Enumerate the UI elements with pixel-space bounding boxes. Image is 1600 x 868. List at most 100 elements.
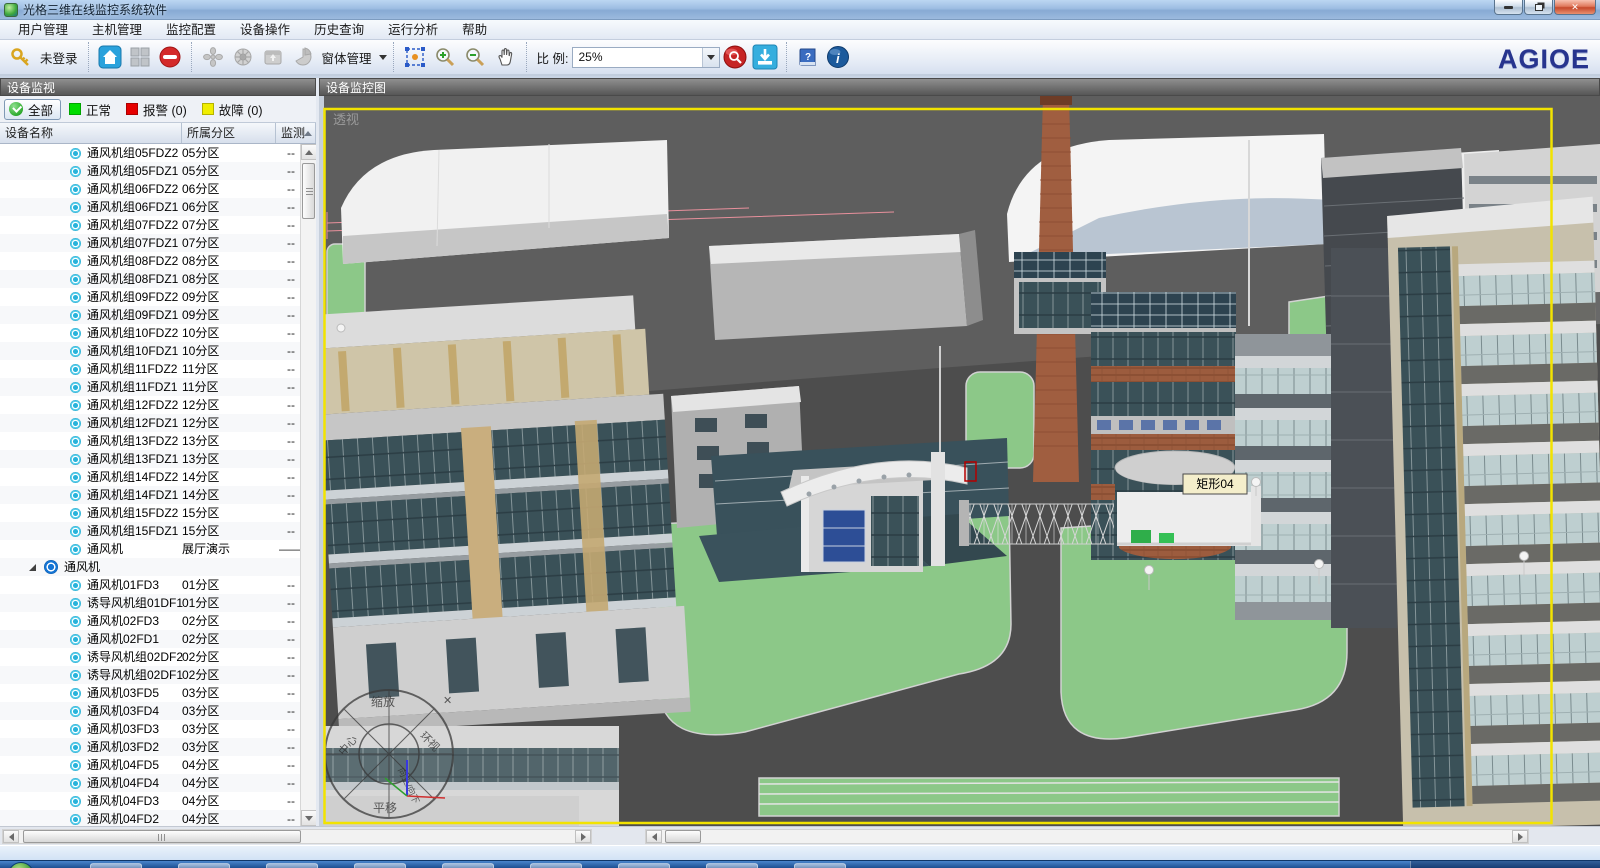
expand-triangle-icon[interactable]: [29, 564, 36, 571]
restore-button[interactable]: [1524, 0, 1553, 15]
menu-item[interactable]: 主机管理: [80, 20, 154, 40]
left-horizontal-scrollbar[interactable]: [2, 829, 592, 844]
login-status-label[interactable]: 未登录: [40, 48, 78, 67]
scale-combobox[interactable]: 25%: [572, 47, 720, 68]
table-row[interactable]: 通风机组12FDZ112分区--: [0, 414, 300, 432]
close-button[interactable]: ✕: [1554, 0, 1596, 15]
scroll-up-button[interactable]: [301, 144, 317, 160]
taskbar-app-button[interactable]: [794, 863, 846, 868]
taskbar-app-button[interactable]: [442, 863, 494, 868]
table-row[interactable]: 诱导风机组02DF202分区--: [0, 648, 300, 666]
table-row[interactable]: 通风机01FD301分区--: [0, 576, 300, 594]
table-row[interactable]: 通风机组09FDZ109分区--: [0, 306, 300, 324]
scroll-down-button[interactable]: [301, 810, 317, 826]
table-row[interactable]: 通风机组11FDZ111分区--: [0, 378, 300, 396]
menu-item[interactable]: 用户管理: [6, 20, 80, 40]
viewport-scroll-left-button[interactable]: [646, 830, 662, 843]
menu-item[interactable]: 帮助: [450, 20, 499, 40]
fan-icon[interactable]: [200, 44, 226, 70]
help-book-icon[interactable]: ?: [795, 44, 821, 70]
locate-icon[interactable]: [722, 44, 748, 70]
table-row[interactable]: 通风机组06FDZ206分区--: [0, 180, 300, 198]
download-icon[interactable]: [752, 44, 778, 70]
table-row[interactable]: 通风机03FD503分区--: [0, 684, 300, 702]
scroll-right-button[interactable]: [575, 830, 591, 843]
table-row[interactable]: 通风机组05FDZ105分区--: [0, 162, 300, 180]
table-row[interactable]: 通风机组06FDZ106分区--: [0, 198, 300, 216]
table-row[interactable]: 通风机组15FDZ215分区--: [0, 504, 300, 522]
table-row[interactable]: 通风机展厅演示——: [0, 540, 300, 558]
wheel-close-icon[interactable]: ✕: [443, 695, 452, 707]
table-row[interactable]: 通风机04FD304分区--: [0, 792, 300, 810]
table-row[interactable]: 通风机04FD404分区--: [0, 774, 300, 792]
viewport-3d[interactable]: 矩形04 缩放 ✕ 中心 环视 平移 向上/向下 透视: [319, 96, 1600, 826]
table-row[interactable]: 通风机组13FDZ113分区--: [0, 450, 300, 468]
pan-hand-icon[interactable]: [492, 44, 518, 70]
scroll-left-button[interactable]: [3, 830, 19, 843]
pie-icon[interactable]: [290, 44, 316, 70]
table-row[interactable]: 通风机组13FDZ213分区--: [0, 432, 300, 450]
filter-button[interactable]: 故障 (0): [198, 99, 270, 120]
table-row[interactable]: 通风机组05FDZ205分区--: [0, 144, 300, 162]
menu-item[interactable]: 监控配置: [154, 20, 228, 40]
table-row[interactable]: 通风机组14FDZ114分区--: [0, 486, 300, 504]
table-row[interactable]: 通风机组12FDZ212分区--: [0, 396, 300, 414]
minimize-button[interactable]: [1494, 0, 1523, 15]
device-table-vertical-scrollbar[interactable]: [300, 144, 316, 826]
wheel-icon[interactable]: [230, 44, 256, 70]
table-row[interactable]: 通风机03FD403分区--: [0, 702, 300, 720]
table-row[interactable]: 通风机组09FDZ209分区--: [0, 288, 300, 306]
zoom-out-icon[interactable]: [462, 44, 488, 70]
viewport-horizontal-scrollbar[interactable]: [645, 829, 1529, 844]
start-orb[interactable]: [8, 862, 34, 868]
table-row[interactable]: 通风机02FD302分区--: [0, 612, 300, 630]
taskbar-app-button[interactable]: [178, 863, 230, 868]
horizontal-scrollbar-thumb[interactable]: [23, 830, 301, 843]
table-row[interactable]: 通风机03FD303分区--: [0, 720, 300, 738]
table-row[interactable]: 通风机组15FDZ115分区--: [0, 522, 300, 540]
taskbar-app-button[interactable]: [266, 863, 318, 868]
info-icon[interactable]: i: [825, 44, 851, 70]
table-row[interactable]: 通风机组07FDZ207分区--: [0, 216, 300, 234]
column-header[interactable]: 设备名称: [0, 123, 182, 143]
table-row[interactable]: 通风机组10FDZ210分区--: [0, 324, 300, 342]
viewport-scroll-right-button[interactable]: [1512, 830, 1528, 843]
window-manage-dropdown-arrow[interactable]: [379, 55, 387, 60]
archive-icon[interactable]: [260, 44, 286, 70]
no-entry-icon[interactable]: [157, 44, 183, 70]
menu-item[interactable]: 运行分析: [376, 20, 450, 40]
table-row[interactable]: 通风机04FD204分区--: [0, 810, 300, 826]
table-row[interactable]: 诱导风机组02DF102分区--: [0, 666, 300, 684]
taskbar-app-button[interactable]: [90, 863, 142, 868]
table-row[interactable]: 通风机组08FDZ208分区--: [0, 252, 300, 270]
filter-button[interactable]: 报警 (0): [122, 99, 194, 120]
table-row[interactable]: 通风机组11FDZ211分区--: [0, 360, 300, 378]
taskbar-app-button[interactable]: [618, 863, 670, 868]
column-header[interactable]: 所属分区: [182, 123, 276, 143]
home-icon[interactable]: [97, 44, 123, 70]
system-tray[interactable]: [1410, 861, 1600, 868]
viewport-scrollbar-thumb[interactable]: [665, 830, 701, 843]
column-header[interactable]: 监测: [276, 123, 316, 143]
marquee-select-icon[interactable]: [402, 44, 428, 70]
zoom-in-icon[interactable]: [432, 44, 458, 70]
table-row[interactable]: 诱导风机组01DF101分区--: [0, 594, 300, 612]
grid-icon[interactable]: [127, 44, 153, 70]
scale-dropdown-button[interactable]: [702, 48, 719, 67]
table-row[interactable]: 通风机02FD102分区--: [0, 630, 300, 648]
table-row[interactable]: 通风机组08FDZ108分区--: [0, 270, 300, 288]
filter-button[interactable]: 正常: [65, 99, 118, 120]
menu-item[interactable]: 历史查询: [302, 20, 376, 40]
taskbar-app-button[interactable]: [530, 863, 582, 868]
navigation-wheel[interactable]: 缩放 ✕ 中心 环视 平移 向上/向下: [325, 690, 453, 818]
table-group-row[interactable]: 通风机: [0, 558, 300, 576]
table-row[interactable]: 通风机04FD504分区--: [0, 756, 300, 774]
vertical-scrollbar-thumb[interactable]: [302, 163, 315, 219]
taskbar-app-button[interactable]: [706, 863, 758, 868]
table-row[interactable]: 通风机组10FDZ110分区--: [0, 342, 300, 360]
key-icon[interactable]: [8, 44, 34, 70]
taskbar-app-button[interactable]: [354, 863, 406, 868]
filter-button[interactable]: 全部: [4, 99, 61, 120]
table-row[interactable]: 通风机组07FDZ107分区--: [0, 234, 300, 252]
table-row[interactable]: 通风机03FD203分区--: [0, 738, 300, 756]
